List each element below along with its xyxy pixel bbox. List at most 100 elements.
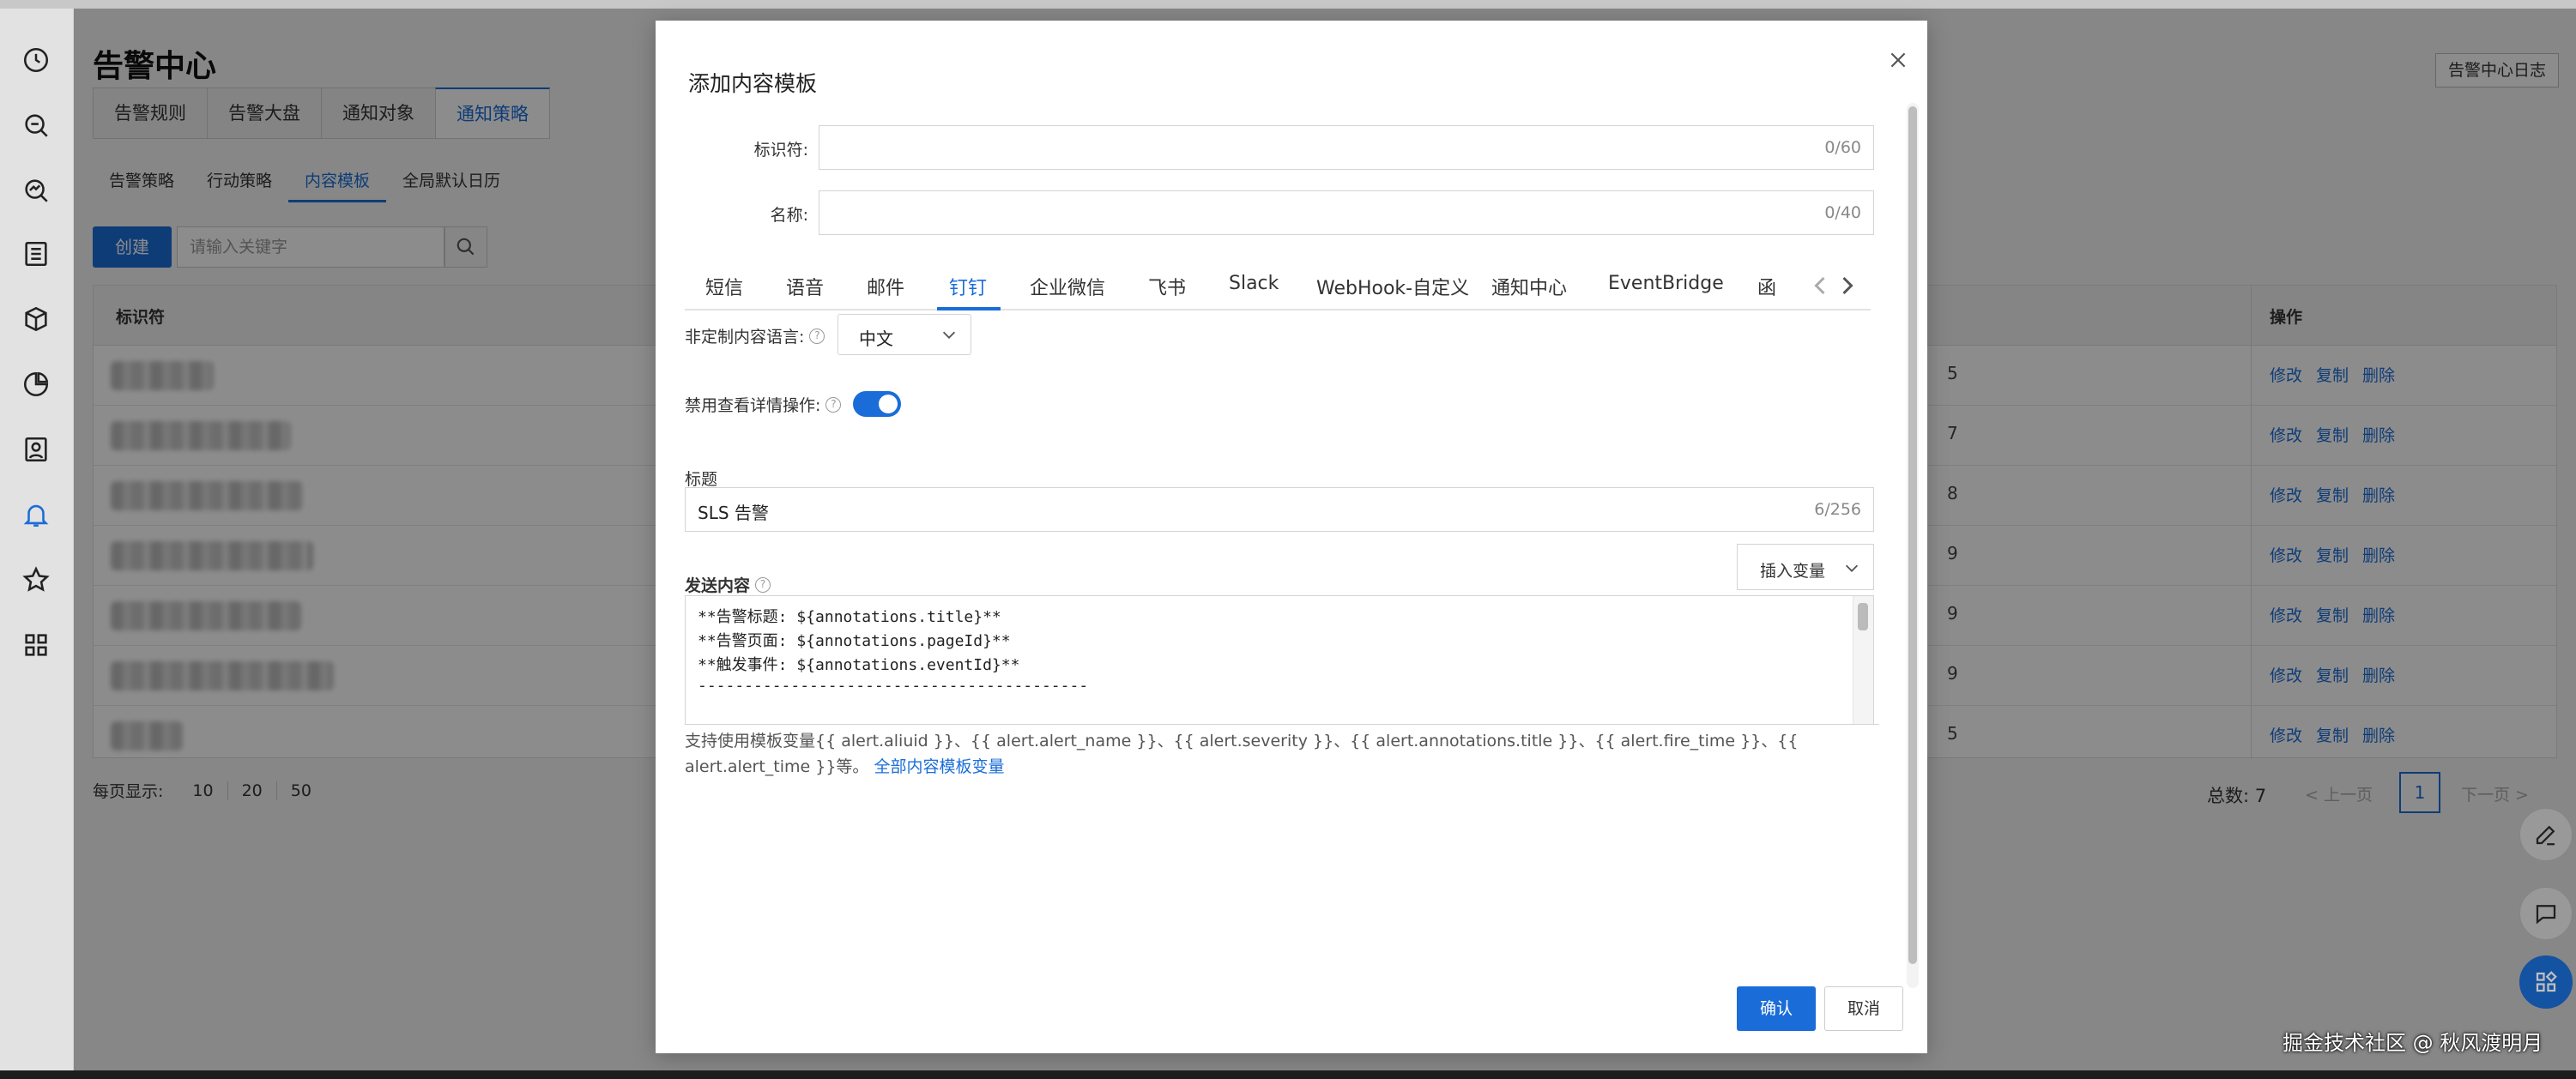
row-actions: 修改 复制 删除 bbox=[2270, 483, 2395, 506]
delete-link[interactable]: 删除 bbox=[2362, 363, 2395, 386]
blurred-identifier bbox=[111, 361, 214, 390]
page-size-option[interactable]: 50 bbox=[277, 781, 325, 800]
title-value: SLS 告警 bbox=[698, 503, 769, 523]
content-editor[interactable]: **告警标题: ${annotations.title}** **告警页面: $… bbox=[685, 595, 1874, 732]
pie-chart-icon[interactable] bbox=[19, 367, 53, 401]
copy-link[interactable]: 复制 bbox=[2316, 483, 2349, 506]
delete-link[interactable]: 删除 bbox=[2362, 603, 2395, 626]
disable-detail-toggle[interactable] bbox=[853, 391, 901, 417]
tab-dingtalk[interactable]: 钉钉 bbox=[949, 273, 987, 300]
copy-link[interactable]: 复制 bbox=[2316, 723, 2349, 746]
document-icon[interactable] bbox=[19, 237, 53, 271]
dialog-title: 添加内容模板 bbox=[688, 71, 818, 96]
chevron-left-icon bbox=[1814, 276, 1825, 295]
tab-email[interactable]: 邮件 bbox=[867, 273, 904, 300]
tab-voice[interactable]: 语音 bbox=[786, 273, 824, 300]
all-variables-link[interactable]: 全部内容模板变量 bbox=[874, 757, 1004, 776]
editor-scrollbar[interactable] bbox=[1853, 596, 1873, 732]
tab-alert-rules[interactable]: 告警规则 bbox=[93, 87, 207, 139]
delete-link[interactable]: 删除 bbox=[2362, 663, 2395, 686]
feedback-float-button[interactable] bbox=[2519, 887, 2573, 940]
edit-float-button[interactable] bbox=[2519, 808, 2573, 861]
page-size-option[interactable]: 10 bbox=[178, 781, 228, 800]
confirm-button[interactable]: 确认 bbox=[1737, 986, 1816, 1031]
row-value: 9 bbox=[1947, 543, 1958, 564]
search-input[interactable]: 请输入关键字 bbox=[177, 226, 444, 268]
tabs-fade bbox=[1780, 264, 1811, 307]
cancel-button[interactable]: 取消 bbox=[1824, 986, 1903, 1031]
subtab-action-policy[interactable]: 行动策略 bbox=[190, 168, 288, 202]
name-input[interactable]: 0/40 bbox=[819, 190, 1874, 235]
help-icon[interactable]: ? bbox=[809, 328, 825, 344]
page-title: 告警中心 bbox=[93, 49, 217, 84]
tabs-prev-button[interactable] bbox=[1809, 271, 1831, 300]
edit-link[interactable]: 修改 bbox=[2270, 543, 2302, 566]
tab-feishu[interactable]: 飞书 bbox=[1148, 273, 1186, 300]
tab-notify-targets[interactable]: 通知对象 bbox=[321, 87, 435, 139]
subtab-global-calendar[interactable]: 全局默认日历 bbox=[386, 168, 517, 202]
tab-notify-center[interactable]: 通知中心 bbox=[1491, 273, 1567, 300]
copy-link[interactable]: 复制 bbox=[2316, 423, 2349, 446]
row-actions: 修改 复制 删除 bbox=[2270, 363, 2395, 386]
current-page-button[interactable]: 1 bbox=[2399, 772, 2440, 813]
editor-scroll-thumb[interactable] bbox=[1858, 603, 1868, 630]
tabs-next-button[interactable] bbox=[1836, 271, 1859, 300]
disable-detail-label-row: 禁用查看详情操作: ? bbox=[685, 393, 842, 416]
clock-icon[interactable] bbox=[19, 43, 53, 77]
star-icon[interactable] bbox=[19, 563, 53, 597]
edit-link[interactable]: 修改 bbox=[2270, 423, 2302, 446]
delete-link[interactable]: 删除 bbox=[2362, 543, 2395, 566]
apps-float-button[interactable] bbox=[2519, 955, 2573, 1009]
add-content-template-dialog: 添加内容模板 标识符: 0/60 名称: 0/40 短信 语音 邮件 钉钉 企业… bbox=[656, 21, 1927, 1053]
tab-eventbridge[interactable]: EventBridge bbox=[1608, 273, 1724, 294]
delete-link[interactable]: 删除 bbox=[2362, 723, 2395, 746]
page-size-option[interactable]: 20 bbox=[228, 781, 277, 800]
chevron-down-icon bbox=[1845, 564, 1859, 572]
prev-page-button[interactable]: < 上一页 bbox=[2305, 782, 2373, 805]
subtab-content-template[interactable]: 内容模板 bbox=[288, 168, 387, 202]
row-actions: 修改 复制 删除 bbox=[2270, 723, 2395, 746]
tab-notify-policy[interactable]: 通知策略 bbox=[435, 87, 550, 139]
help-icon[interactable]: ? bbox=[755, 576, 771, 593]
column-identifier: 标识符 bbox=[116, 308, 166, 327]
bell-icon[interactable] bbox=[19, 497, 53, 532]
dialog-scroll-thumb[interactable] bbox=[1908, 106, 1917, 964]
tab-function[interactable]: 函 bbox=[1757, 273, 1776, 300]
help-icon[interactable]: ? bbox=[825, 396, 842, 413]
edit-link[interactable]: 修改 bbox=[2270, 663, 2302, 686]
edit-link[interactable]: 修改 bbox=[2270, 483, 2302, 506]
analysis-icon[interactable] bbox=[19, 173, 53, 208]
blurred-identifier bbox=[111, 661, 334, 690]
tab-webhook-custom[interactable]: WebHook-自定义 bbox=[1316, 273, 1469, 300]
report-icon[interactable] bbox=[19, 432, 53, 467]
delete-link[interactable]: 删除 bbox=[2362, 483, 2395, 506]
edit-link[interactable]: 修改 bbox=[2270, 363, 2302, 386]
language-select[interactable]: 中文 bbox=[838, 314, 971, 355]
copy-link[interactable]: 复制 bbox=[2316, 363, 2349, 386]
tab-slack[interactable]: Slack bbox=[1229, 273, 1279, 294]
tab-wecom[interactable]: 企业微信 bbox=[1030, 273, 1105, 300]
next-page-button[interactable]: 下一页 > bbox=[2461, 782, 2529, 805]
copy-link[interactable]: 复制 bbox=[2316, 543, 2349, 566]
insert-variable-button[interactable]: 插入变量 bbox=[1737, 544, 1874, 590]
close-button[interactable] bbox=[1883, 45, 1914, 75]
grid-apps-icon[interactable] bbox=[19, 628, 53, 662]
copy-link[interactable]: 复制 bbox=[2316, 603, 2349, 626]
create-button[interactable]: 创建 bbox=[93, 226, 172, 268]
identifier-input[interactable]: 0/60 bbox=[819, 125, 1874, 170]
edit-link[interactable]: 修改 bbox=[2270, 603, 2302, 626]
delete-link[interactable]: 删除 bbox=[2362, 423, 2395, 446]
search-button[interactable] bbox=[444, 226, 487, 268]
search-log-icon[interactable] bbox=[19, 108, 53, 142]
content-line: **告警标题: ${annotations.title}** bbox=[698, 608, 1001, 626]
tab-alert-dashboard[interactable]: 告警大盘 bbox=[207, 87, 321, 139]
copy-link[interactable]: 复制 bbox=[2316, 663, 2349, 686]
alert-center-log-button[interactable]: 告警中心日志 bbox=[2435, 53, 2560, 87]
subtab-alert-policy[interactable]: 告警策略 bbox=[93, 168, 190, 202]
chevron-down-icon bbox=[942, 331, 956, 339]
tab-sms[interactable]: 短信 bbox=[705, 273, 743, 300]
cube-icon[interactable] bbox=[19, 302, 53, 336]
channel-tabs: 短信 语音 邮件 钉钉 企业微信 飞书 Slack WebHook-自定义 通知… bbox=[685, 264, 1871, 310]
title-input[interactable]: SLS 告警 6/256 bbox=[685, 487, 1874, 532]
edit-link[interactable]: 修改 bbox=[2270, 723, 2302, 746]
